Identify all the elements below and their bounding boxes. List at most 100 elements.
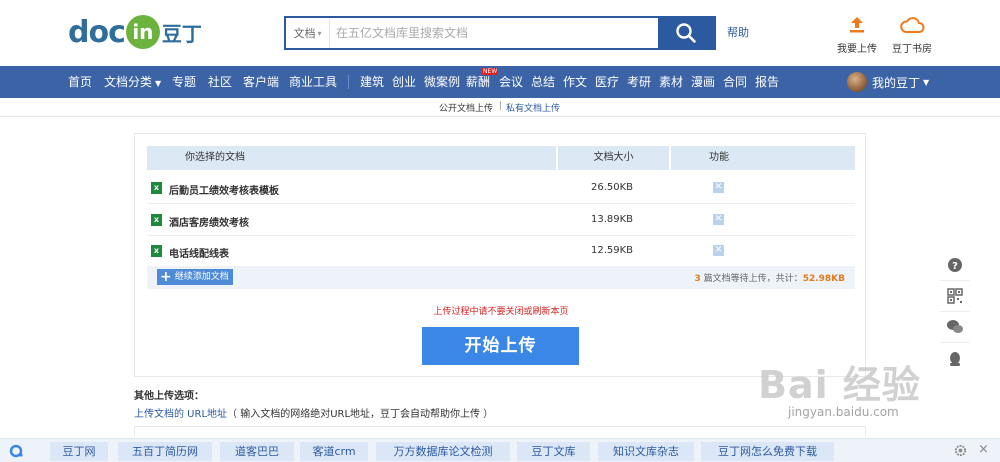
gear-icon[interactable] (954, 444, 967, 457)
excel-file-icon: x (151, 214, 162, 226)
bottom-link[interactable]: 五百丁简历网 (118, 442, 212, 461)
nav-item-report[interactable]: 报告 (755, 66, 779, 98)
bottom-link[interactable]: 万方数据库论文检测 (376, 442, 510, 461)
bookshelf-button[interactable]: 豆丁书房 (882, 12, 942, 55)
upload-subnav: 公开文档上传 | 私有文档上传 (0, 98, 1000, 117)
nav-item-micro-case[interactable]: 微案例 (424, 66, 460, 98)
excel-file-icon: x (151, 245, 162, 257)
nav-item-topics[interactable]: 专题 (172, 66, 196, 98)
table-row: x 酒店客房绩效考核 13.89KB ✕ (147, 204, 855, 236)
nav-item-architecture[interactable]: 建筑 (360, 66, 384, 98)
summary-count: 3 (694, 274, 701, 284)
table-row: x 电话线配线表 12.59KB ✕ (147, 235, 855, 267)
wechat-tool-button[interactable] (940, 312, 970, 343)
qrcode-icon (947, 288, 963, 304)
public-upload-tab[interactable]: 公开文档上传 (439, 101, 493, 114)
main-nav: 首页 文档分类 ▼ 专题 社区 客户端 商业工具 建筑 创业 微案例 薪酬 NEW… (0, 66, 1000, 98)
wechat-icon (947, 320, 963, 333)
nav-item-material[interactable]: 素材 (659, 66, 683, 98)
docin-logo[interactable]: doc in 豆丁 (68, 14, 202, 50)
search-type-dropdown[interactable]: 文档 ▾ (286, 18, 330, 48)
nav-item-postgrad[interactable]: 考研 (627, 66, 651, 98)
user-menu[interactable]: 我的豆丁 ▼ (847, 70, 929, 94)
search-box: 文档 ▾ (284, 16, 716, 50)
chevron-down-icon: ▼ (155, 79, 162, 88)
bottom-link[interactable]: 知识文库杂志 (598, 442, 694, 461)
bottom-link[interactable]: 豆丁文库 (517, 442, 590, 461)
remove-file-button[interactable]: ✕ (713, 182, 724, 193)
file-size: 13.89KB (591, 214, 634, 225)
nav-item-meeting[interactable]: 会议 (499, 66, 523, 98)
page: doc in 豆丁 文档 ▾ 帮助 (0, 0, 1000, 462)
nav-item-contract[interactable]: 合同 (723, 66, 747, 98)
nav-item-community[interactable]: 社区 (208, 66, 232, 98)
nav-item-client[interactable]: 客户端 (243, 66, 279, 98)
nav-item-categories[interactable]: 文档分类 ▼ (104, 66, 161, 98)
logo-in-circle: in (125, 15, 160, 49)
url-upload-link[interactable]: 上传文档的 URL地址 (134, 409, 227, 420)
nav-item-home[interactable]: 首页 (68, 66, 92, 98)
start-upload-button[interactable]: 开始上传 (422, 327, 579, 365)
bottom-link[interactable]: 豆丁网 (50, 442, 108, 461)
file-name: 电话线配线表 (169, 249, 229, 260)
private-upload-tab[interactable]: 私有文档上传 (506, 101, 560, 114)
other-options-line: 上传文档的 URL地址（ 输入文档的网络绝对URL地址，豆丁会自动帮助你上传 ） (134, 405, 493, 420)
qq-tool-button[interactable] (940, 343, 970, 374)
chevron-down-icon: ▾ (317, 28, 322, 38)
remove-file-button[interactable]: ✕ (713, 245, 724, 256)
close-icon[interactable]: × (978, 442, 989, 457)
cloud-icon (900, 17, 925, 33)
nav-item-business-tools[interactable]: 商业工具 (289, 66, 337, 98)
nav-item-summary[interactable]: 总结 (531, 66, 555, 98)
help-tool-button[interactable]: ? (940, 250, 970, 281)
logo-cn-text: 豆丁 (161, 21, 202, 46)
nav-item-medical[interactable]: 医疗 (595, 66, 619, 98)
upload-label: 我要上传 (837, 44, 877, 55)
search-icon (676, 23, 696, 43)
upload-button[interactable]: 我要上传 (827, 12, 887, 55)
search-input[interactable] (330, 18, 658, 48)
upload-icon (850, 17, 864, 33)
url-upload-panel (134, 426, 866, 436)
url-upload-desc: （ 输入文档的网络绝对URL地址，豆丁会自动帮助你上传 ） (227, 409, 494, 420)
bottom-link[interactable]: 道客巴巴 (220, 442, 294, 461)
nav-item-startup[interactable]: 创业 (392, 66, 416, 98)
svg-text:?: ? (952, 261, 958, 272)
nav-item-essay[interactable]: 作文 (563, 66, 587, 98)
nav-item-categories-label: 文档分类 (104, 75, 153, 89)
bottom-link[interactable]: 客道crm (300, 442, 368, 461)
bottom-link-bar: 豆丁网 五百丁简历网 道客巴巴 客道crm 万方数据库论文检测 豆丁文库 知识文… (0, 438, 1000, 462)
nav-divider (348, 75, 349, 89)
file-name: 酒店客房绩效考核 (169, 218, 249, 229)
nav-item-comics[interactable]: 漫画 (691, 66, 715, 98)
question-icon: ? (948, 258, 962, 272)
add-more-label: 继续添加文档 (174, 272, 229, 282)
upload-panel: 你选择的文档 文档大小 功能 x 后勤员工绩效考核表模板 26.50KB ✕ x… (134, 133, 866, 377)
add-files-bar: + 继续添加文档 3 篇文档等待上传，共计：52.98KB (147, 266, 855, 289)
upload-summary: 3 篇文档等待上传，共计：52.98KB (695, 271, 845, 284)
header-action: 功能 (671, 146, 855, 170)
bottom-link[interactable]: 豆丁网怎么免费下载 (701, 442, 834, 461)
remove-file-button[interactable]: ✕ (713, 214, 724, 225)
search-icon[interactable] (8, 443, 26, 459)
search-button[interactable] (658, 18, 714, 48)
file-size: 12.59KB (591, 245, 634, 256)
avatar (847, 72, 867, 92)
user-menu-label: 我的豆丁 (872, 75, 921, 90)
side-toolbar: ? (940, 250, 970, 374)
summary-total: 52.98KB (802, 274, 845, 284)
subnav-separator: | (499, 101, 503, 111)
new-badge: NEW (482, 68, 499, 75)
help-link[interactable]: 帮助 (727, 24, 749, 40)
file-size: 26.50KB (591, 182, 634, 193)
plus-icon: + (160, 269, 172, 285)
qrcode-tool-button[interactable] (940, 281, 970, 312)
header-file-size: 文档大小 (558, 146, 669, 170)
add-more-files-button[interactable]: + 继续添加文档 (157, 269, 233, 285)
header: doc in 豆丁 文档 ▾ 帮助 (0, 0, 1000, 66)
logo-doc-text: doc (68, 14, 126, 50)
chevron-down-icon: ▼ (923, 77, 930, 87)
header-file-name: 你选择的文档 (147, 146, 556, 170)
file-name: 后勤员工绩效考核表模板 (169, 186, 279, 197)
watermark-url: jingyan.baidu.com (788, 405, 899, 419)
